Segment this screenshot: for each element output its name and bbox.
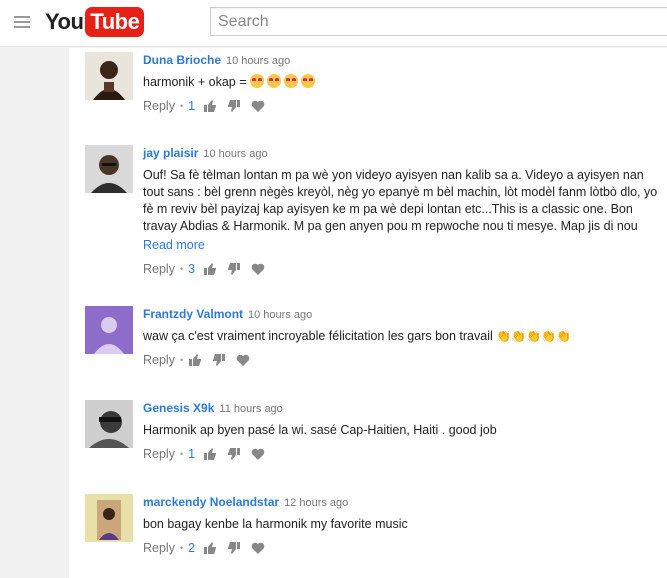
clap-emoji: 👏: [541, 329, 557, 343]
reply-button[interactable]: Reply: [143, 541, 175, 555]
top-bar: You Tube: [0, 0, 667, 47]
clap-emoji: 👏: [496, 329, 512, 343]
thumbs-up-icon[interactable]: [188, 353, 204, 367]
separator-dot: •: [179, 543, 184, 553]
comment-text: Ouf! Sa fè tèlman lontan m pa wè yon vid…: [143, 168, 658, 233]
menu-icon[interactable]: [14, 16, 30, 28]
like-count: 3: [188, 262, 196, 276]
search-input[interactable]: [211, 8, 667, 35]
avatar[interactable]: [85, 52, 133, 100]
comment-author[interactable]: Frantzdy Valmont: [143, 307, 243, 321]
comment-actions: Reply • 2: [143, 540, 663, 556]
thumbs-down-icon[interactable]: [227, 541, 243, 555]
thumbs-down-icon[interactable]: [212, 353, 228, 367]
search-box: [210, 7, 667, 36]
reply-button[interactable]: Reply: [143, 353, 175, 367]
comment-time[interactable]: 11 hours ago: [219, 403, 282, 415]
heart-eyes-emoji: [250, 74, 265, 88]
comment-author[interactable]: Genesis X9k: [143, 401, 214, 415]
thumbs-up-icon[interactable]: [203, 541, 219, 555]
comment-author[interactable]: jay plaisir: [143, 146, 198, 160]
avatar[interactable]: [85, 494, 133, 542]
clap-emoji: 👏: [526, 329, 542, 343]
separator-dot: •: [179, 355, 184, 365]
comment-text: bon bagay kenbe la harmonik my favorite …: [143, 517, 408, 531]
heart-eyes-emoji: [284, 74, 299, 88]
comment-actions: Reply • 3: [143, 261, 663, 277]
comment-time[interactable]: 10 hours ago: [203, 148, 267, 160]
heart-eyes-emoji: [301, 74, 316, 88]
thumbs-down-icon[interactable]: [227, 447, 243, 461]
avatar[interactable]: [85, 400, 133, 448]
heart-icon[interactable]: [251, 262, 267, 276]
like-count: 2: [188, 541, 196, 555]
comment-time[interactable]: 10 hours ago: [248, 309, 312, 321]
comment-author[interactable]: marckendy Noelandstar: [143, 495, 279, 509]
comments-section: Duna Brioche 10 hours ago harmonik + okap…: [69, 48, 667, 578]
comment-text: Harmonik ap byen pasé la wi. sasé Cap-Ha…: [143, 423, 497, 437]
separator-dot: •: [179, 264, 184, 274]
thumbs-up-icon[interactable]: [203, 262, 219, 276]
reply-button[interactable]: Reply: [143, 447, 175, 461]
comment-author[interactable]: Duna Brioche: [143, 53, 221, 67]
clap-emoji: 👏: [511, 329, 527, 343]
avatar[interactable]: [85, 306, 133, 354]
comment-time[interactable]: 12 hours ago: [284, 497, 348, 509]
heart-icon[interactable]: [236, 353, 252, 367]
thumbs-up-icon[interactable]: [203, 99, 219, 113]
youtube-logo[interactable]: You Tube: [45, 7, 145, 37]
heart-icon[interactable]: [251, 99, 267, 113]
separator-dot: •: [179, 101, 184, 111]
logo-tube-text: Tube: [85, 7, 145, 37]
thumbs-up-icon[interactable]: [203, 447, 219, 461]
like-count: 1: [188, 447, 196, 461]
heart-icon[interactable]: [251, 447, 267, 461]
separator-dot: •: [179, 449, 184, 459]
avatar[interactable]: [85, 145, 133, 193]
heart-icon[interactable]: [251, 541, 267, 555]
clap-emoji: 👏: [556, 329, 572, 343]
like-count: 1: [188, 99, 196, 113]
comment-actions: Reply • 1: [143, 446, 663, 462]
thumbs-down-icon[interactable]: [227, 262, 243, 276]
comment-text: harmonik + okap =: [143, 74, 663, 91]
read-more-link[interactable]: Read more: [143, 238, 205, 252]
heart-eyes-emoji: [267, 74, 282, 88]
thumbs-down-icon[interactable]: [227, 99, 243, 113]
reply-button[interactable]: Reply: [143, 99, 175, 113]
comment-actions: Reply • 1: [143, 98, 663, 114]
logo-you-text: You: [45, 9, 84, 34]
comment-actions: Reply •: [143, 352, 663, 368]
comment-time[interactable]: 10 hours ago: [226, 55, 290, 67]
comment-text: waw ça c'est vraiment incroyable félicit…: [143, 329, 572, 343]
reply-button[interactable]: Reply: [143, 262, 175, 276]
